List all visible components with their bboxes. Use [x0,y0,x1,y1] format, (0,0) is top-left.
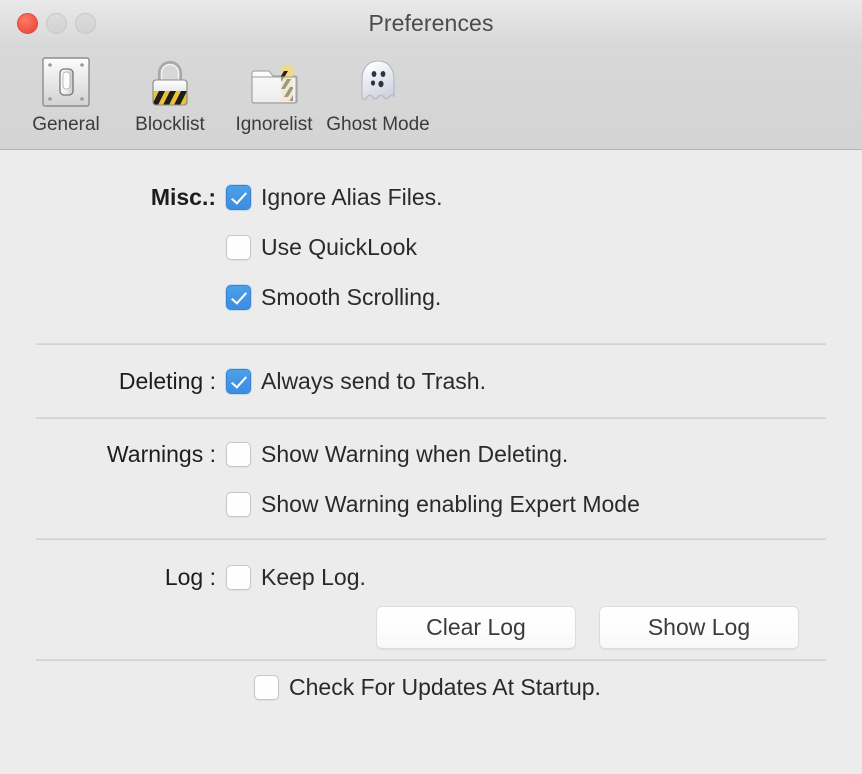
checkbox-show-warning-when-deleting-label: Show Warning when Deleting. [261,440,569,467]
show-log-button[interactable]: Show Log [599,606,799,649]
section-log: Log : Keep Log. Clear Log Show Log [0,540,862,659]
checkbox-smooth-scrolling-label: Smooth Scrolling. [261,283,442,310]
checkbox-check-for-updates[interactable] [254,674,279,700]
checkbox-check-for-updates-label: Check For Updates At Startup. [289,673,601,700]
checkbox-always-send-to-trash[interactable] [226,368,251,394]
log-buttons: Clear Log Show Log [0,606,862,649]
misc-row-2: Use QuickLook [0,222,862,272]
preferences-content: Misc.: Ignore Alias Files. Use QuickLook… [0,150,862,774]
section-deleting: Deleting : Always send to Trash. [0,345,862,417]
section-updates: Check For Updates At Startup. [0,661,862,713]
window-title: Preferences [368,9,494,36]
toolbar-item-ignorelist-label: Ignorelist [235,114,313,135]
checkbox-use-quicklook[interactable] [226,234,251,260]
warnings-section-label: Warnings : [106,440,216,467]
checkbox-ignore-alias-files[interactable] [226,184,251,210]
checkbox-show-warning-expert-mode-label: Show Warning enabling Expert Mode [261,490,640,517]
checkbox-show-warning-expert-mode[interactable] [226,491,251,517]
log-row-1: Log : Keep Log. [0,552,862,602]
window-titlebar: Preferences [0,0,862,46]
padlock-icon [139,51,201,113]
checkbox-keep-log[interactable] [226,564,251,590]
misc-section-label: Misc.: [150,183,216,210]
section-warnings: Warnings : Show Warning when Deleting. S… [0,419,862,538]
warnings-row-1: Warnings : Show Warning when Deleting. [0,429,862,479]
light-switch-icon [35,51,97,113]
checkbox-ignore-alias-files-label: Ignore Alias Files. [261,183,443,210]
toolbar-item-ghost-mode-label: Ghost Mode [326,114,430,135]
checkbox-keep-log-label: Keep Log. [261,563,366,590]
deleting-row-1: Deleting : Always send to Trash. [0,356,862,406]
traffic-light-buttons [17,13,96,34]
log-section-label: Log : [164,563,216,590]
toolbar-item-ignorelist[interactable]: Ignorelist [222,46,326,146]
checkbox-use-quicklook-label: Use QuickLook [261,233,417,260]
misc-row-1: Misc.: Ignore Alias Files. [0,172,862,222]
preferences-toolbar: General Blocklist Ignorelist Ghost Mode [0,46,862,150]
toolbar-item-blocklist-label: Blocklist [135,114,205,135]
misc-row-3: Smooth Scrolling. [0,272,862,322]
ghost-icon [347,51,409,113]
toolbar-item-general[interactable]: General [14,46,118,146]
toolbar-item-blocklist[interactable]: Blocklist [118,46,222,146]
toolbar-item-ghost-mode[interactable]: Ghost Mode [326,46,430,146]
zoom-window-button[interactable] [75,13,96,34]
checkbox-smooth-scrolling[interactable] [226,284,251,310]
warnings-row-2: Show Warning enabling Expert Mode [0,479,862,529]
section-misc: Misc.: Ignore Alias Files. Use QuickLook… [0,150,862,322]
checkbox-show-warning-when-deleting[interactable] [226,441,251,467]
preferences-window: Preferences General Blocklist Ignorelist… [0,0,862,774]
deleting-section-label: Deleting : [118,367,216,394]
checkbox-always-send-to-trash-label: Always send to Trash. [261,367,486,394]
close-window-button[interactable] [17,13,38,34]
folder-icon [243,51,305,113]
clear-log-button[interactable]: Clear Log [376,606,576,649]
toolbar-item-general-label: General [32,114,100,135]
minimize-window-button[interactable] [46,13,67,34]
